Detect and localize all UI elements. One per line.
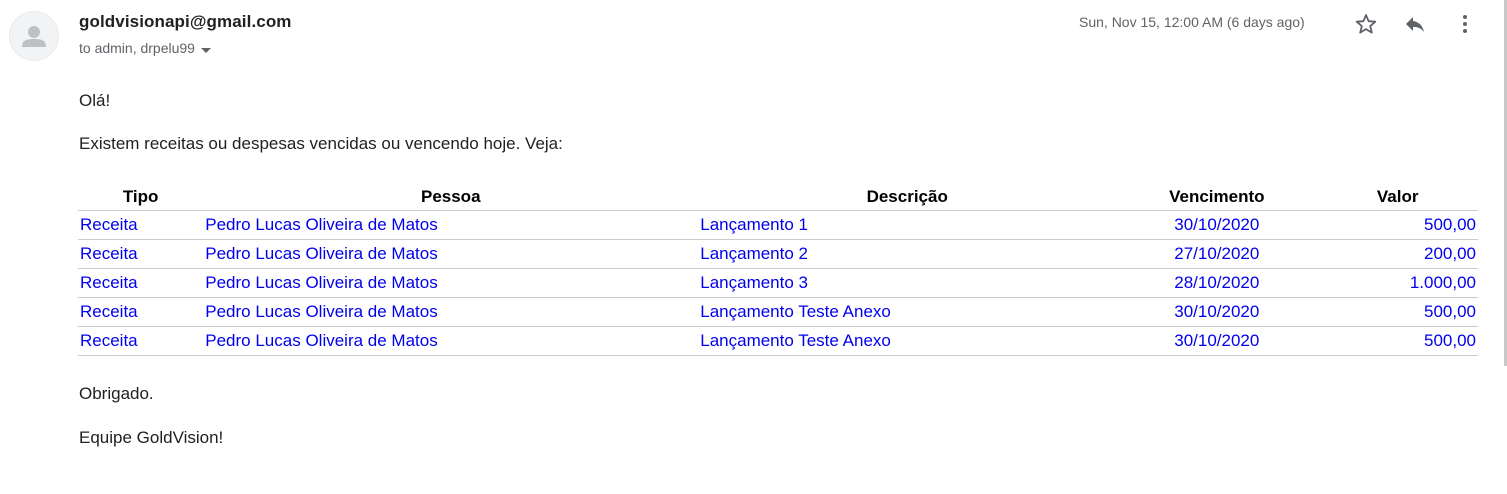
more-vertical-icon [1463, 15, 1467, 33]
cell-pessoa[interactable]: Pedro Lucas Oliveira de Matos [203, 297, 699, 327]
cell-vencimento[interactable]: 27/10/2020 [1116, 239, 1318, 269]
cell-pessoa[interactable]: Pedro Lucas Oliveira de Matos [203, 239, 699, 269]
cell-valor[interactable]: 500,00 [1317, 210, 1478, 240]
cell-valor[interactable]: 200,00 [1317, 239, 1478, 269]
more-options-button[interactable] [1451, 10, 1479, 38]
thanks-text: Obrigado. [79, 384, 154, 403]
intro-text: Existem receitas ou despesas vencidas ou… [79, 134, 563, 153]
cell-pessoa[interactable]: Pedro Lucas Oliveira de Matos [203, 210, 699, 240]
star-outline-icon [1355, 14, 1377, 34]
cell-valor[interactable]: 500,00 [1317, 297, 1478, 327]
cell-tipo[interactable]: Receita [78, 268, 204, 298]
recipients-text: to admin, drpelu99 [79, 40, 195, 56]
caret-down-icon[interactable] [200, 41, 211, 57]
cell-valor[interactable]: 500,00 [1317, 326, 1478, 356]
table-header-row: Tipo Pessoa Descrição Vencimento Valor [78, 183, 1478, 211]
greeting-text: Olá! [79, 91, 111, 110]
due-entries-table: Tipo Pessoa Descrição Vencimento Valor R… [78, 183, 1478, 356]
recipients-line: to admin, drpelu99 [79, 39, 211, 57]
cell-vencimento[interactable]: 28/10/2020 [1116, 268, 1318, 298]
header-pessoa: Pessoa [203, 183, 699, 211]
header-tipo: Tipo [78, 183, 204, 211]
cell-descricao[interactable]: Lançamento 1 [698, 210, 1117, 240]
cell-descricao[interactable]: Lançamento Teste Anexo [698, 326, 1117, 356]
cell-valor[interactable]: 1.000,00 [1317, 268, 1478, 298]
cell-descricao[interactable]: Lançamento Teste Anexo [698, 297, 1117, 327]
table-row: Receita Pedro Lucas Oliveira de Matos La… [78, 268, 1478, 298]
cell-pessoa[interactable]: Pedro Lucas Oliveira de Matos [203, 268, 699, 298]
cell-descricao[interactable]: Lançamento 3 [698, 268, 1117, 298]
table-row: Receita Pedro Lucas Oliveira de Matos La… [78, 210, 1478, 240]
cell-tipo[interactable]: Receita [78, 326, 204, 356]
cell-tipo[interactable]: Receita [78, 297, 204, 327]
header-descricao: Descrição [698, 183, 1117, 211]
table-row: Receita Pedro Lucas Oliveira de Matos La… [78, 326, 1478, 356]
cell-vencimento[interactable]: 30/10/2020 [1116, 297, 1318, 327]
reply-icon [1406, 17, 1424, 32]
sender-email: goldvisionapi@gmail.com [79, 12, 292, 31]
cell-tipo[interactable]: Receita [78, 210, 204, 240]
cell-pessoa[interactable]: Pedro Lucas Oliveira de Matos [203, 326, 699, 356]
signature-text: Equipe GoldVision! [79, 428, 224, 447]
header-vencimento: Vencimento [1116, 183, 1318, 211]
cell-vencimento[interactable]: 30/10/2020 [1116, 326, 1318, 356]
email-date: Sun, Nov 15, 12:00 AM (6 days ago) [1079, 14, 1305, 30]
cell-vencimento[interactable]: 30/10/2020 [1116, 210, 1318, 240]
cell-tipo[interactable]: Receita [78, 239, 204, 269]
table-row: Receita Pedro Lucas Oliveira de Matos La… [78, 239, 1478, 269]
star-button[interactable] [1352, 10, 1380, 38]
table-row: Receita Pedro Lucas Oliveira de Matos La… [78, 297, 1478, 327]
header-valor: Valor [1317, 183, 1478, 211]
person-avatar-icon [22, 26, 46, 47]
reply-button[interactable] [1401, 10, 1429, 38]
sender-avatar[interactable] [9, 11, 59, 61]
cell-descricao[interactable]: Lançamento 2 [698, 239, 1117, 269]
